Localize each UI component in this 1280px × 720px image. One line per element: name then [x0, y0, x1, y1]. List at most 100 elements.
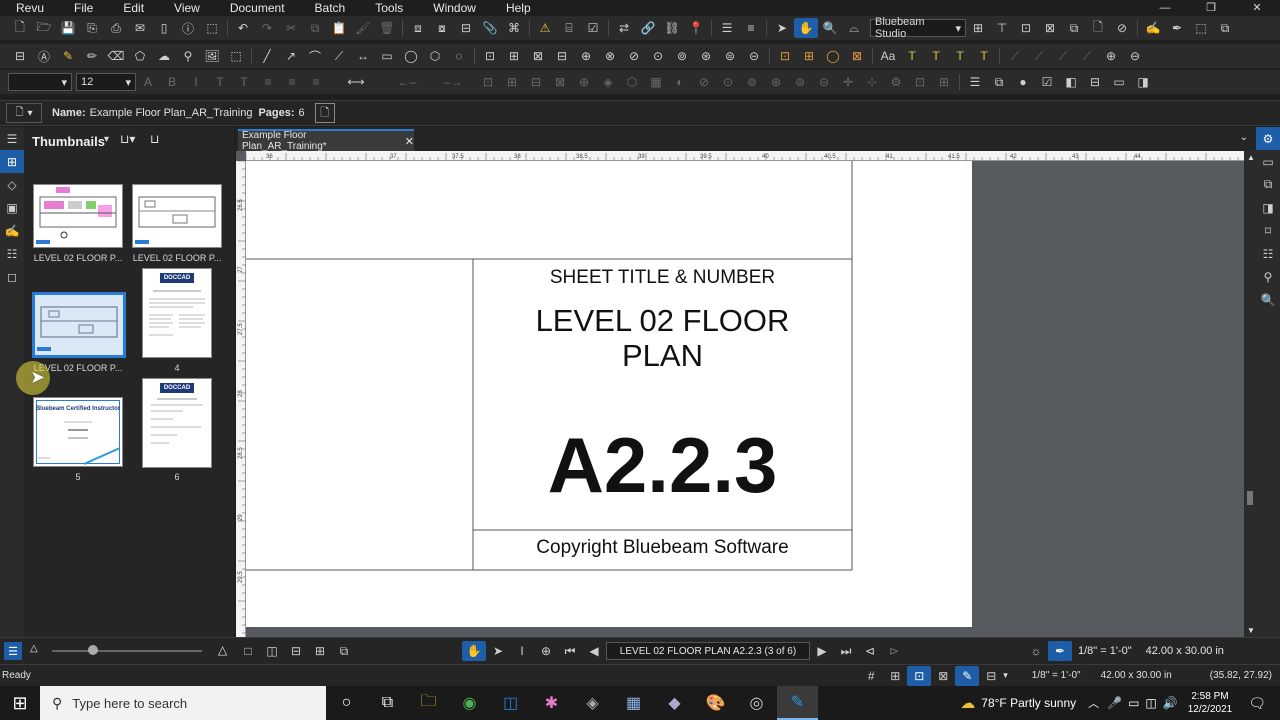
studio-sessions-icon[interactable]: ⊤ [990, 18, 1014, 38]
list-view-icon[interactable]: ☰ [4, 642, 22, 660]
panel-toggle-3-icon[interactable]: ▭ [1107, 72, 1131, 92]
document-tab[interactable]: Example Floor Plan_AR_Training* ✕ [238, 129, 414, 152]
align-icon[interactable]: ☰ [715, 18, 739, 38]
props-3-icon[interactable]: ⊚ [740, 72, 764, 92]
undo-icon[interactable]: ↶ [231, 18, 255, 38]
properties-icon[interactable]: ⓘ [176, 18, 200, 38]
chrome-icon[interactable]: ◉ [449, 686, 490, 720]
arrange-3-icon[interactable]: ⊟ [524, 72, 548, 92]
forward-icon[interactable]: ⊳ [882, 641, 906, 661]
signatures-icon[interactable]: ✍ [0, 219, 24, 242]
sets-icon[interactable]: ◨ [1256, 196, 1280, 219]
text-tool-3-icon[interactable]: T [948, 46, 972, 66]
bluebeam-taskbar-icon[interactable]: ✎ [777, 686, 818, 720]
notifications-icon[interactable]: 🗨 [1248, 695, 1266, 712]
chevron-down-icon[interactable]: ▾ [104, 134, 109, 145]
menu-tools[interactable]: Tools [359, 1, 403, 15]
arrange-4-icon[interactable]: ⊠ [548, 72, 572, 92]
highlight-link-icon[interactable]: ⛓ [660, 18, 684, 38]
menu-window[interactable]: Window [417, 1, 476, 15]
pan-mode-icon[interactable]: ✋ [462, 641, 486, 661]
props-10-icon[interactable]: ⊡ [908, 72, 932, 92]
back-icon[interactable]: ⊲ [858, 641, 882, 661]
select-arrow-icon[interactable]: ➤ [770, 18, 794, 38]
studio-profile-select[interactable]: Bluebeam Studio ▾ [870, 16, 966, 40]
crop-3-icon[interactable]: ◯ [821, 46, 845, 66]
align-center-icon[interactable]: ≡ [280, 72, 304, 92]
check-icon[interactable]: ☑ [1035, 72, 1059, 92]
disabled-tool-4-icon[interactable]: ⟋ [1075, 46, 1099, 66]
bookmarks-icon[interactable]: ⧉ [1256, 173, 1280, 196]
windows-start-icon[interactable]: ⊞ [0, 686, 40, 720]
lasso-icon[interactable]: ⌓ [842, 18, 866, 38]
redo-icon[interactable]: ↷ [255, 18, 279, 38]
record-icon[interactable]: ● [1011, 72, 1035, 92]
cortana-icon[interactable]: ○ [326, 686, 367, 720]
font-color-icon[interactable]: A [136, 72, 160, 92]
checklist-icon[interactable]: ☑ [581, 18, 605, 38]
scroll-down-icon[interactable]: ▼ [1247, 626, 1255, 635]
snap-grid-icon[interactable]: ⊞ [883, 666, 907, 686]
font-family-select[interactable]: ▾ [8, 73, 72, 91]
email-icon[interactable]: ✉ [128, 18, 152, 38]
studio-docs-icon[interactable]: ⧉ [1062, 18, 1086, 38]
snapshot-icon[interactable]: ⬚ [200, 18, 224, 38]
page-setup-icon[interactable]: 🗋 [314, 103, 335, 123]
props-11-icon[interactable]: ⊞ [932, 72, 956, 92]
stamp-icon[interactable]: ⌸ [557, 18, 581, 38]
measure-11-icon[interactable]: ⊜ [718, 46, 742, 66]
copy-icon[interactable]: ⧉ [303, 18, 327, 38]
menu-file[interactable]: File [58, 1, 93, 15]
arrange-2-icon[interactable]: ⊞ [500, 72, 524, 92]
pen-icon[interactable]: ✏ [80, 46, 104, 66]
scroll-up-icon[interactable]: ▲ [1247, 153, 1255, 162]
thumbnail-size-slider[interactable] [52, 650, 202, 652]
arrange-1-icon[interactable]: ⊡ [476, 72, 500, 92]
brightness-icon[interactable]: ☼ [1024, 641, 1048, 661]
vertical-scrollbar[interactable]: ▲ ▼ [1244, 151, 1256, 637]
text-tool-2-icon[interactable]: T [924, 46, 948, 66]
arrow-icon[interactable]: ↗ [279, 46, 303, 66]
cut-icon[interactable]: ✂ [279, 18, 303, 38]
text-tool-4-icon[interactable]: T [972, 46, 996, 66]
clock[interactable]: 2:58 PM 12/2/2021 [1188, 690, 1233, 716]
underline-icon[interactable]: T [208, 72, 232, 92]
toolchest-icon[interactable]: ▣ [0, 196, 24, 219]
new-file-icon[interactable]: 🗋 [8, 18, 32, 38]
pan-hand-icon[interactable]: ✋ [794, 18, 818, 38]
studio-more-icon[interactable]: ⊘ [1110, 18, 1134, 38]
split-view-icon[interactable]: ⧉ [987, 72, 1011, 92]
delete-icon[interactable]: 🗑 [375, 18, 399, 38]
eraser-icon[interactable]: ⌫ [104, 46, 128, 66]
rectangle-icon[interactable]: ▭ [375, 46, 399, 66]
certify-icon[interactable]: ⧉ [1213, 18, 1237, 38]
crop-4-icon[interactable]: ⊠ [845, 46, 869, 66]
zoom-in-icon[interactable]: ⊕ [1099, 46, 1123, 66]
verify-icon[interactable]: ⬚ [1189, 18, 1213, 38]
crop-icon[interactable]: ⊡ [773, 46, 797, 66]
lock-icon[interactable]: ⊟ [454, 18, 478, 38]
sync-icon[interactable]: ⧉ [332, 641, 356, 661]
chevron-down-icon[interactable]: ▾ [1003, 670, 1008, 681]
props-5-icon[interactable]: ⊜ [788, 72, 812, 92]
measure-10-icon[interactable]: ⊛ [694, 46, 718, 66]
hatch-icon[interactable]: ▦ [644, 72, 668, 92]
crop-2-icon[interactable]: ⊞ [797, 46, 821, 66]
last-page-icon[interactable]: ⏭ [834, 641, 858, 661]
single-page-icon[interactable]: □ [236, 641, 260, 661]
two-page-icon[interactable]: ◫ [260, 641, 284, 661]
dimension-icon[interactable]: ↔ [351, 46, 375, 66]
panel-toggle-4-icon[interactable]: ◨ [1131, 72, 1155, 92]
thumbnail-page-1[interactable] [33, 184, 123, 248]
arrange-5-icon[interactable]: ⊕ [572, 72, 596, 92]
attach-icon[interactable]: 📎 [478, 18, 502, 38]
app-icon-1[interactable]: ◈ [572, 686, 613, 720]
measure-2-icon[interactable]: ⊞ [502, 46, 526, 66]
app-icon-3[interactable]: ◎ [736, 686, 777, 720]
print-icon[interactable]: ⎙ [104, 18, 128, 38]
thumbnail-page-6[interactable]: DOCCAD [142, 378, 212, 468]
italic-icon[interactable]: I [184, 72, 208, 92]
align-right-icon[interactable]: ≡ [304, 72, 328, 92]
disabled-tool-1-icon[interactable]: ⟋ [1003, 46, 1027, 66]
text-tool-1-icon[interactable]: T [900, 46, 924, 66]
